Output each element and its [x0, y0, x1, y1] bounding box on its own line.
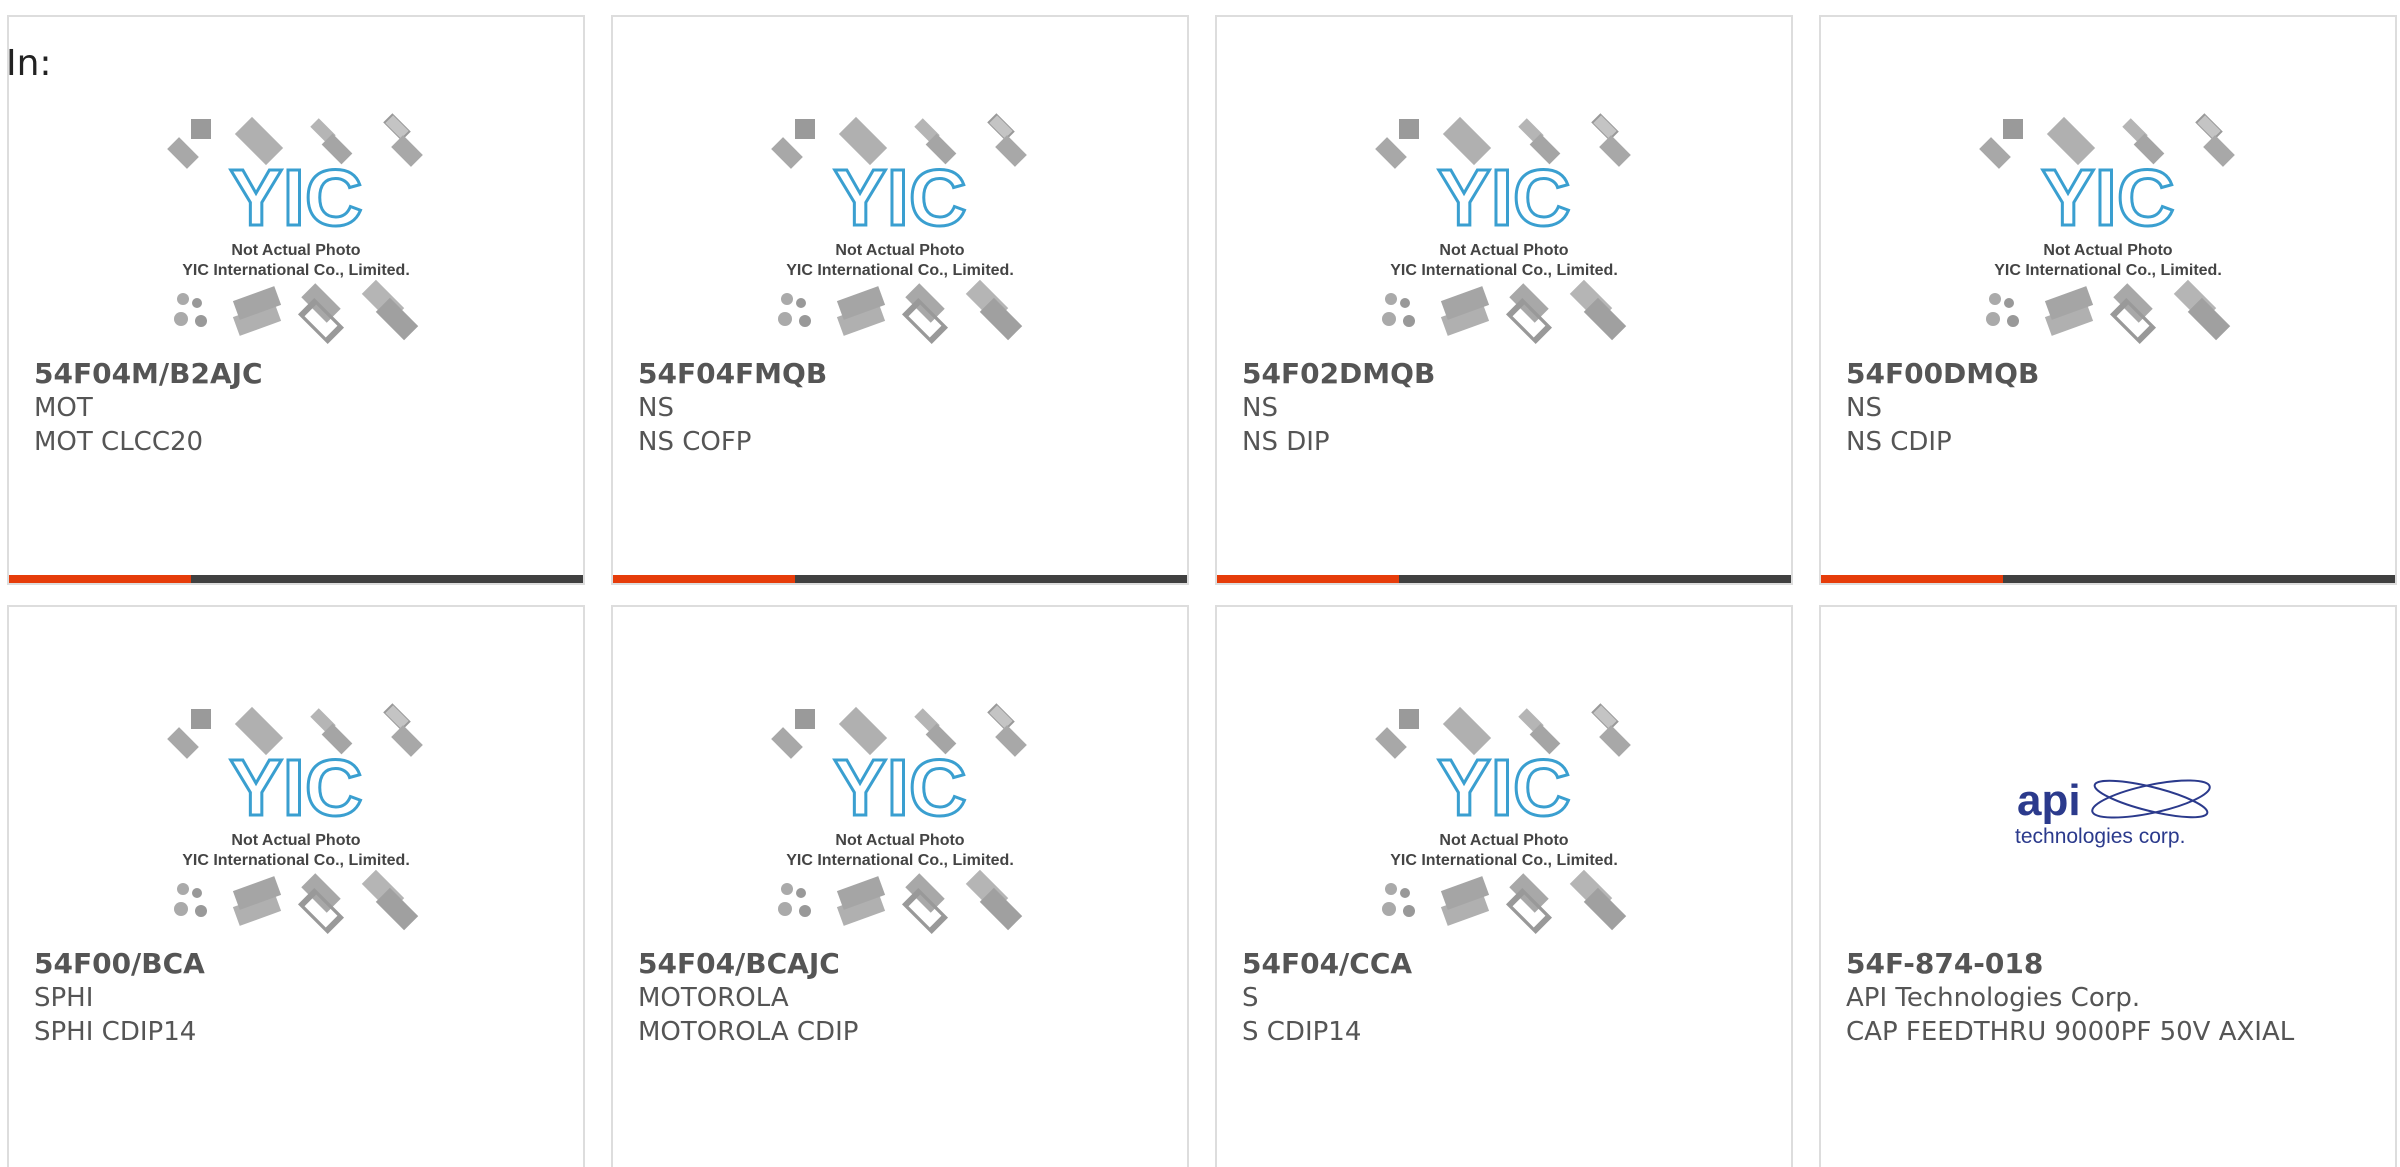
placeholder-line1: Not Actual Photo: [2043, 242, 2172, 259]
part-number[interactable]: 54F00DMQB: [1846, 357, 2370, 391]
yic-placeholder-image: YIC Not Actual Photo YIC International C…: [1374, 703, 1632, 937]
placeholder-line1: Not Actual Photo: [1439, 832, 1568, 849]
placeholder-line2: YIC International Co., Limited.: [786, 262, 1014, 279]
placeholder-line2: YIC International Co., Limited.: [1994, 262, 2222, 279]
manufacturer: MOTOROLA: [638, 983, 789, 1013]
description: MOTOROLA CDIP: [638, 1017, 859, 1047]
yic-logo: YIC: [1437, 153, 1570, 242]
part-number[interactable]: 54F04FMQB: [638, 357, 1162, 391]
manufacturer: API Technologies Corp.: [1846, 983, 2141, 1013]
card-bottom-bar: [9, 575, 583, 583]
api-logo-word: api: [2017, 776, 2081, 825]
yic-placeholder-image: YIC Not Actual Photo YIC International C…: [770, 703, 1028, 937]
product-image: YIC Not Actual Photo YIC International C…: [9, 697, 583, 947]
product-image: YIC Not Actual Photo YIC International C…: [613, 107, 1187, 357]
yic-logo: YIC: [229, 153, 362, 242]
card-bottom-bar: [613, 575, 1187, 583]
product-card[interactable]: api technologies corp. 54F-874-018 API T…: [1819, 605, 2397, 1167]
yic-logo: YIC: [833, 743, 966, 832]
manufacturer: SPHI: [34, 983, 94, 1013]
part-number[interactable]: 54F02DMQB: [1242, 357, 1766, 391]
product-card[interactable]: YIC Not Actual Photo YIC International C…: [7, 605, 585, 1167]
part-number[interactable]: 54F00/BCA: [34, 947, 558, 981]
product-card[interactable]: YIC Not Actual Photo YIC International C…: [1819, 15, 2397, 585]
yic-placeholder-image: YIC Not Actual Photo YIC International C…: [1978, 113, 2236, 347]
product-card[interactable]: YIC Not Actual Photo YIC International C…: [1215, 605, 1793, 1167]
yic-logo: YIC: [229, 743, 362, 832]
card-bottom-bar: [1821, 575, 2395, 583]
description: NS CDIP: [1846, 427, 1952, 457]
description: S CDIP14: [1242, 1017, 1362, 1047]
product-card[interactable]: YIC Not Actual Photo YIC International C…: [611, 15, 1189, 585]
description: CAP FEEDTHRU 9000PF 50V AXIAL: [1846, 1017, 2295, 1047]
placeholder-line2: YIC International Co., Limited.: [182, 852, 410, 869]
card-bottom-bar: [1217, 575, 1791, 583]
product-card[interactable]: YIC Not Actual Photo YIC International C…: [1215, 15, 1793, 585]
yic-placeholder-image: YIC Not Actual Photo YIC International C…: [166, 113, 424, 347]
product-image: YIC Not Actual Photo YIC International C…: [9, 107, 583, 357]
description: MOT CLCC20: [34, 427, 204, 457]
part-number[interactable]: 54F-874-018: [1846, 947, 2370, 981]
placeholder-line2: YIC International Co., Limited.: [182, 262, 410, 279]
placeholder-line1: Not Actual Photo: [231, 832, 360, 849]
yic-placeholder-image: YIC Not Actual Photo YIC International C…: [166, 703, 424, 937]
product-image: api technologies corp.: [1821, 697, 2395, 947]
placeholder-line1: Not Actual Photo: [231, 242, 360, 259]
part-number[interactable]: 54F04M/B2AJC: [34, 357, 558, 391]
placeholder-line1: Not Actual Photo: [835, 832, 964, 849]
part-number[interactable]: 54F04/BCAJC: [638, 947, 1162, 981]
description: SPHI CDIP14: [34, 1017, 197, 1047]
manufacturer: S: [1242, 983, 1259, 1013]
manufacturer: NS: [1846, 393, 1882, 423]
product-image: YIC Not Actual Photo YIC International C…: [613, 697, 1187, 947]
description: NS DIP: [1242, 427, 1330, 457]
yic-logo: YIC: [833, 153, 966, 242]
yic-placeholder-image: YIC Not Actual Photo YIC International C…: [770, 113, 1028, 347]
placeholder-line1: Not Actual Photo: [835, 242, 964, 259]
yic-placeholder-image: YIC Not Actual Photo YIC International C…: [1374, 113, 1632, 347]
manufacturer: MOT: [34, 393, 93, 423]
description: NS COFP: [638, 427, 752, 457]
placeholder-line2: YIC International Co., Limited.: [786, 852, 1014, 869]
product-grid-page: In: YIC Not Actual Photo YIC Internation…: [0, 0, 2400, 1167]
placeholder-line2: YIC International Co., Limited.: [1390, 262, 1618, 279]
manufacturer: NS: [638, 393, 674, 423]
manufacturer: NS: [1242, 393, 1278, 423]
part-number[interactable]: 54F04/CCA: [1242, 947, 1766, 981]
yic-logo: YIC: [1437, 743, 1570, 832]
product-image: YIC Not Actual Photo YIC International C…: [1821, 107, 2395, 357]
placeholder-line2: YIC International Co., Limited.: [1390, 852, 1618, 869]
placeholder-line1: Not Actual Photo: [1439, 242, 1568, 259]
product-card[interactable]: YIC Not Actual Photo YIC International C…: [7, 15, 585, 585]
in-label: In:: [6, 43, 52, 84]
product-card[interactable]: YIC Not Actual Photo YIC International C…: [611, 605, 1189, 1167]
product-image: YIC Not Actual Photo YIC International C…: [1217, 697, 1791, 947]
api-logo-tagline: technologies corp.: [2015, 825, 2185, 848]
api-logo-image: api technologies corp.: [2015, 776, 2211, 848]
yic-logo: YIC: [2041, 153, 2174, 242]
product-image: YIC Not Actual Photo YIC International C…: [1217, 107, 1791, 357]
